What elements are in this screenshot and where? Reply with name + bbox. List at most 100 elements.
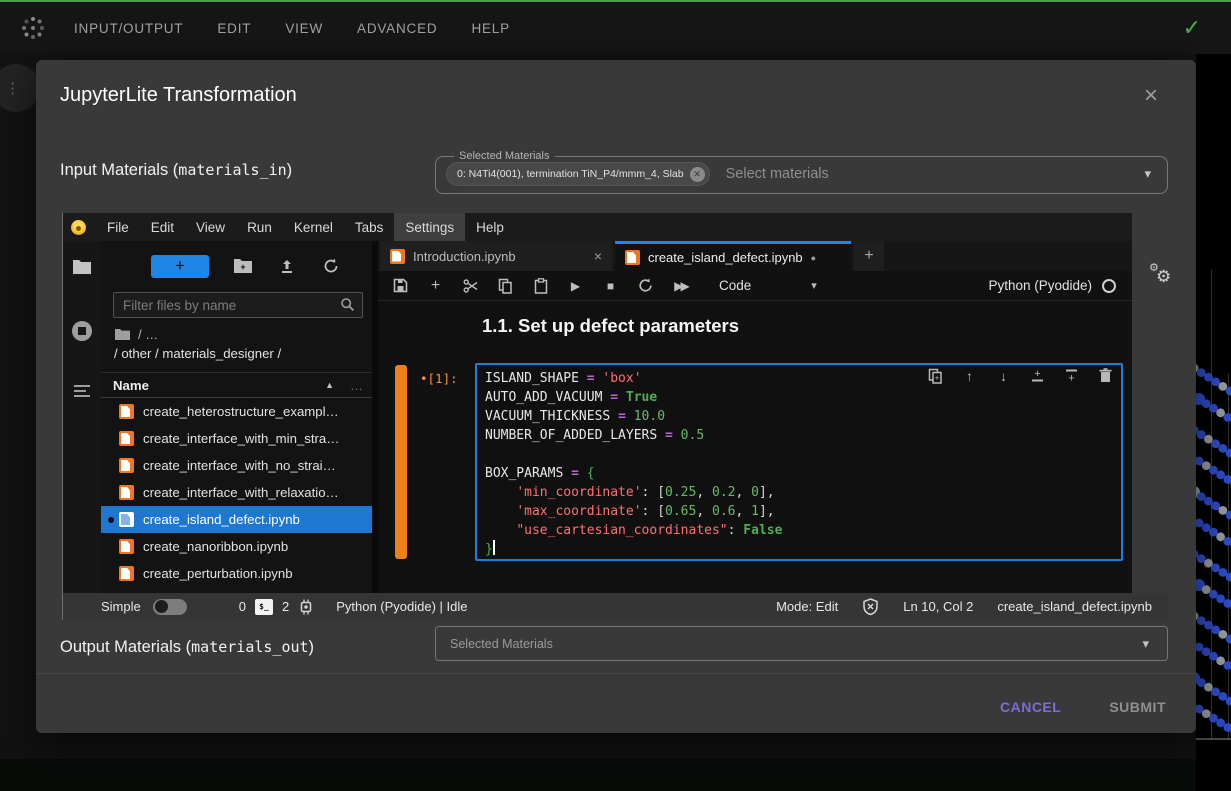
select-materials-placeholder: Select materials xyxy=(726,166,829,182)
move-cell-down-icon[interactable]: ↓ xyxy=(995,367,1012,384)
upload-icon[interactable] xyxy=(277,256,297,276)
mode-indicator[interactable]: Mode: Edit xyxy=(776,599,838,614)
tab-close-icon[interactable]: × xyxy=(594,248,602,264)
new-folder-icon[interactable]: + xyxy=(233,256,253,276)
background-bottom-strip xyxy=(0,759,1196,791)
delete-cell-icon[interactable] xyxy=(1097,367,1114,384)
jmenu-run[interactable]: Run xyxy=(236,213,283,241)
running-kernels-icon[interactable] xyxy=(70,319,94,343)
file-name: create_heterostructure_exampl… xyxy=(143,404,339,419)
file-row[interactable]: create_interface_with_relaxatio… xyxy=(101,479,372,506)
kernel-status-text[interactable]: Python (Pyodide) | Idle xyxy=(336,599,467,614)
breadcrumb: / … / other / materials_designer / xyxy=(114,327,372,361)
cursor-position[interactable]: Ln 10, Col 2 xyxy=(903,599,973,614)
paste-icon[interactable] xyxy=(532,277,549,294)
file-list: create_heterostructure_exampl… create_int… xyxy=(101,398,372,587)
notebook-icon xyxy=(119,404,134,419)
unsaved-dot-icon: ● xyxy=(811,253,816,263)
file-row[interactable]: create_interface_with_min_stra… xyxy=(101,425,372,452)
cancel-button[interactable]: CANCEL xyxy=(1000,699,1061,715)
simple-mode-toggle[interactable] xyxy=(153,599,187,615)
dropdown-arrow-icon: ▾ xyxy=(1142,636,1149,652)
jmenu-settings[interactable]: Settings xyxy=(394,213,465,241)
jupyter-statusbar: Simple 0 $_ 2 Python (Pyodide) | Idle Mo… xyxy=(62,593,1168,620)
chevron-down-icon[interactable]: ▾ xyxy=(811,279,817,292)
code-editor[interactable]: ISLAND_SHAPE = 'box'AUTO_ADD_VACUUM = Tr… xyxy=(475,363,1123,561)
stop-icon[interactable]: ■ xyxy=(602,277,619,294)
jmenu-edit[interactable]: Edit xyxy=(140,213,185,241)
cell-collapser[interactable] xyxy=(395,365,407,559)
kernel-chip-icon xyxy=(298,599,314,615)
insert-cell-icon[interactable]: + xyxy=(427,277,444,294)
breadcrumb-path[interactable]: / other / materials_designer / xyxy=(114,346,372,361)
dialog-actions: CANCEL SUBMIT xyxy=(1000,699,1166,715)
jmenu-view[interactable]: View xyxy=(185,213,236,241)
simple-mode-label: Simple xyxy=(101,599,141,614)
file-name: create_nanoribbon.ipynb xyxy=(143,539,288,554)
footer-divider xyxy=(36,673,1196,674)
menu-help[interactable]: HELP xyxy=(471,21,509,36)
file-row[interactable]: create_nanoribbon.ipynb xyxy=(101,533,372,560)
menu-input-output[interactable]: INPUT/OUTPUT xyxy=(74,21,183,36)
menu-edit[interactable]: EDIT xyxy=(217,21,251,36)
insert-cell-below-icon[interactable]: + xyxy=(1063,367,1080,384)
breadcrumb-root[interactable]: / … xyxy=(138,327,158,342)
jupyterlite-logo-icon xyxy=(71,220,86,235)
tab-create-island-defect[interactable]: create_island_defect.ipynb ● xyxy=(615,241,851,271)
cell-type-select[interactable]: Code xyxy=(719,278,751,293)
add-tab-button[interactable]: + xyxy=(854,241,884,271)
jmenu-help[interactable]: Help xyxy=(465,213,515,241)
output-materials-select[interactable]: Selected Materials ▾ xyxy=(435,626,1168,661)
new-launcher-button[interactable]: + xyxy=(151,255,209,278)
copy-icon[interactable] xyxy=(497,277,514,294)
material-chip[interactable]: 0: N4Ti4(001), termination TiN_P4/mmm_4,… xyxy=(446,162,710,186)
file-name: create_island_defect.ipynb xyxy=(143,512,300,527)
restart-kernel-icon[interactable] xyxy=(637,277,654,294)
file-browser-icon[interactable] xyxy=(70,255,94,279)
background-fab-button[interactable]: ⋮ xyxy=(0,64,40,112)
menu-view[interactable]: VIEW xyxy=(285,21,323,36)
file-browser-panel: + + xyxy=(101,241,378,593)
filter-files-input[interactable] xyxy=(113,292,363,318)
materials-in-code: materials_in xyxy=(178,161,286,179)
jupyterlite-transformation-dialog: × JupyterLite Transformation Input Mater… xyxy=(36,60,1196,733)
move-cell-up-icon[interactable]: ↑ xyxy=(961,367,978,384)
viewer-baseline xyxy=(1196,738,1231,740)
file-list-header[interactable]: Name ▲ … xyxy=(101,372,372,398)
selected-materials-input[interactable]: Selected Materials 0: N4Ti4(001), termin… xyxy=(435,150,1168,194)
save-icon[interactable] xyxy=(392,277,409,294)
insert-cell-above-icon[interactable]: + xyxy=(1029,367,1046,384)
jmenu-file[interactable]: File xyxy=(96,213,140,241)
trust-shield-icon xyxy=(862,598,879,616)
file-row[interactable]: create_interface_with_no_strai… xyxy=(101,452,372,479)
close-icon[interactable]: × xyxy=(1144,84,1158,108)
dropdown-arrow-icon[interactable]: ▾ xyxy=(1144,166,1151,182)
output-materials-label: Output Materials (materials_out) xyxy=(60,638,314,657)
menu-advanced[interactable]: ADVANCED xyxy=(357,21,437,36)
session-counts[interactable]: 0 $_ 2 xyxy=(239,599,314,615)
table-of-contents-icon[interactable] xyxy=(70,379,94,403)
name-column-header[interactable]: Name xyxy=(113,378,149,393)
screen: INPUT/OUTPUT EDIT VIEW ADVANCED HELP ✓ ⋮… xyxy=(0,0,1231,791)
run-icon[interactable]: ▶ xyxy=(567,277,584,294)
jmenu-tabs[interactable]: Tabs xyxy=(344,213,395,241)
file-row[interactable]: create_perturbation.ipynb xyxy=(101,560,372,587)
submit-button[interactable]: SUBMIT xyxy=(1109,699,1166,715)
chip-remove-icon[interactable]: ✕ xyxy=(690,167,705,182)
file-row[interactable]: create_island_defect.ipynb xyxy=(101,506,372,533)
settings-gears-icon[interactable]: ⚙⚙ xyxy=(1149,263,1175,289)
notebook-main-area: Introduction.ipynb × create_island_defec… xyxy=(378,241,1132,593)
duplicate-cell-icon[interactable]: + xyxy=(927,367,944,384)
jmenu-kernel[interactable]: Kernel xyxy=(283,213,344,241)
tab-introduction[interactable]: Introduction.ipynb × xyxy=(380,241,612,271)
selected-materials-legend: Selected Materials xyxy=(454,150,555,162)
cut-icon[interactable] xyxy=(462,277,479,294)
home-folder-icon[interactable] xyxy=(114,328,131,341)
restart-run-all-icon[interactable]: ▶▶ xyxy=(672,277,689,294)
kernel-name[interactable]: Python (Pyodide) xyxy=(988,278,1092,293)
column-menu-icon[interactable]: … xyxy=(350,378,364,393)
search-icon xyxy=(340,297,355,312)
kernel-status-icon[interactable] xyxy=(1102,279,1116,293)
file-row[interactable]: create_heterostructure_exampl… xyxy=(101,398,372,425)
refresh-icon[interactable] xyxy=(321,256,341,276)
